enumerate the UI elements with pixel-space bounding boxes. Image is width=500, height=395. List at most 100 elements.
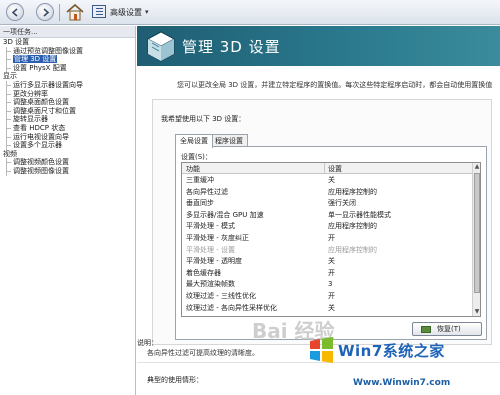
- grid-scrollbar[interactable]: ▲ ▼: [472, 163, 480, 316]
- feature-cell: 多显示器/混合 GPU 加速: [186, 210, 264, 219]
- setting-cell[interactable]: 关: [328, 303, 335, 313]
- setting-cell[interactable]: 强行关闭: [328, 198, 356, 208]
- restore-button[interactable]: 恢复(T): [412, 322, 482, 336]
- setting-cell[interactable]: 开: [328, 268, 335, 278]
- tree-item-label: 更改分辨率: [13, 89, 48, 98]
- tree-item-label: 调整视频图像设置: [13, 166, 69, 175]
- column-header-feature[interactable]: 功能: [186, 164, 200, 174]
- setting-cell[interactable]: 关: [328, 256, 335, 266]
- tree-item[interactable]: 调整视频图像设置: [0, 166, 135, 176]
- scroll-down-icon[interactable]: ▼: [473, 308, 480, 316]
- task-tree-panel: 一项任务... 3D 设置 通过预览调整图像设置 管理 3D 设置 设置 PhysX …: [0, 26, 136, 395]
- table-row[interactable]: 平滑处理 - 透明度 关: [182, 256, 473, 266]
- feature-cell: 三重缓冲: [186, 176, 214, 184]
- tree-item-label: 运行多显示器设置向导: [13, 80, 83, 89]
- url-watermark: Www.Winwin7.com: [353, 378, 451, 388]
- feature-cell: 平滑处理 - 设置: [186, 245, 235, 254]
- scroll-thumb[interactable]: [474, 173, 480, 293]
- grid-header: 功能 设置: [182, 163, 473, 174]
- setting-cell[interactable]: 单一显示器性能模式: [328, 210, 391, 220]
- table-row[interactable]: 最大预渲染帧数 3: [182, 279, 473, 289]
- feature-cell: 平滑处理 - 模式: [186, 222, 235, 231]
- table-row[interactable]: 各向异性过滤 应用程序控制的: [182, 187, 473, 197]
- feature-cell: 纹理过滤 - 各向异性采样优化: [186, 303, 277, 312]
- tree-item[interactable]: 设置多个显示器: [0, 141, 135, 150]
- tree-item-label: 管理 3D 设置: [13, 55, 58, 64]
- tree-item-label: 3D 设置: [3, 38, 30, 46]
- table-row[interactable]: 三重缓冲 关: [182, 175, 473, 185]
- preference-label: 我希望使用以下 3D 设置：: [161, 115, 246, 123]
- tree-item-label: 调整视频颜色设置: [13, 158, 69, 167]
- grid-view-icon[interactable]: [92, 5, 106, 18]
- tab-global-settings[interactable]: 全局设置: [175, 134, 213, 148]
- nvidia-3d-cube-icon: [147, 31, 175, 62]
- table-row[interactable]: 多显示器/混合 GPU 加速 单一显示器性能模式: [182, 210, 473, 220]
- tree-item-label: 显示: [3, 72, 17, 81]
- table-row[interactable]: 着色缓存器 开: [182, 268, 473, 278]
- usage-label: 典型的使用情形：: [147, 376, 203, 384]
- restore-button-label: 恢复(T): [437, 325, 461, 333]
- tree-item[interactable]: 运行多显示器设置向导: [0, 80, 135, 90]
- intro-text: 您可以更改全局 3D 设置，并建立特定程序的置换值。每次这些特定程序启动时，都会…: [177, 81, 493, 89]
- scroll-up-icon[interactable]: ▲: [473, 163, 480, 171]
- tree-item[interactable]: 调整桌面颜色设置: [0, 98, 135, 107]
- view-menu-label[interactable]: 高级设置: [110, 7, 142, 18]
- feature-cell: 最大预渲染帧数: [186, 280, 235, 289]
- feature-cell: 纹理过滤 - 三线性优化: [186, 292, 256, 300]
- feature-cell: 各向异性过滤: [186, 187, 228, 196]
- table-row[interactable]: 平滑处理 - 设置 应用程序控制的: [182, 245, 473, 255]
- tree-item-label: 旋转显示器: [13, 115, 48, 124]
- tree-item-label: 运行电视设置向导: [13, 132, 69, 141]
- tree-category[interactable]: 显示: [0, 72, 135, 81]
- tree-item[interactable]: 运行电视设置向导: [0, 132, 135, 142]
- page-banner: 管理 3D 设置: [137, 26, 500, 66]
- windows-logo-icon: [310, 337, 333, 363]
- tree-item-label: 通过预览调整图像设置: [13, 46, 83, 55]
- tree-item[interactable]: 旋转显示器: [0, 115, 135, 124]
- home-button[interactable]: [65, 3, 85, 22]
- tree-item-label: 调整桌面颜色设置: [13, 98, 69, 107]
- home-icon: [66, 3, 84, 21]
- tree-item[interactable]: 管理 3D 设置: [0, 55, 135, 64]
- setting-cell[interactable]: 开: [328, 233, 335, 243]
- table-row[interactable]: 平滑处理 - 模式 应用程序控制的: [182, 221, 473, 231]
- setting-cell[interactable]: 开: [328, 291, 335, 301]
- setting-cell[interactable]: 3: [328, 279, 332, 289]
- tree-item-label: 调整桌面尺寸和位置: [13, 106, 76, 115]
- forward-button[interactable]: [36, 3, 54, 21]
- task-tree-list: 3D 设置 通过预览调整图像设置 管理 3D 设置 设置 PhysX 配置 显示 运行多显…: [0, 38, 135, 176]
- task-tree-header: 一项任务...: [0, 26, 135, 38]
- table-row[interactable]: 纹理过滤 - 三线性优化 开: [182, 291, 473, 301]
- table-row[interactable]: 垂直同步 强行关闭: [182, 198, 473, 208]
- settings-grid: 功能 设置 三重缓冲关各向异性过滤 应用程序控制的 垂直同步 强行关闭 多显示器/混合 …: [181, 162, 481, 317]
- setting-cell[interactable]: 应用程序控制的: [328, 245, 377, 255]
- back-arrow-icon: [11, 8, 18, 17]
- tree-item-label: 视频: [3, 149, 17, 158]
- setting-cell[interactable]: 应用程序控制的: [328, 187, 377, 197]
- forward-arrow-icon: [43, 8, 50, 17]
- chevron-down-icon[interactable]: ▾: [145, 8, 149, 16]
- feature-cell: 平滑处理 - 灰度纠正: [186, 234, 249, 242]
- tree-item[interactable]: 查看 HDCP 状态: [0, 123, 135, 133]
- tree-category[interactable]: 3D 设置: [0, 38, 135, 47]
- column-header-setting[interactable]: 设置: [328, 164, 342, 174]
- tree-item-label: 查看 HDCP 状态: [13, 123, 66, 132]
- setting-cell[interactable]: 应用程序控制的: [328, 221, 377, 231]
- settings-groupbox: 我希望使用以下 3D 设置： 全局设置 程序设置 设置(S)： 功能 设置 三重…: [152, 99, 492, 345]
- setting-cell[interactable]: 关: [328, 175, 335, 185]
- page-title: 管理 3D 设置: [182, 38, 281, 56]
- feature-cell: 着色缓存器: [186, 268, 221, 277]
- tree-item[interactable]: 通过预览调整图像设置: [0, 46, 135, 56]
- settings-label: 设置(S)：: [181, 153, 212, 161]
- table-row[interactable]: 平滑处理 - 灰度纠正 开: [182, 233, 473, 243]
- description-label: 说明：: [137, 339, 158, 347]
- tree-item[interactable]: 调整视频颜色设置: [0, 158, 135, 167]
- table-row[interactable]: 纹理过滤 - 各向异性采样优化 关: [182, 303, 473, 313]
- tree-item[interactable]: 更改分辨率: [0, 89, 135, 99]
- feature-cell: 平滑处理 - 透明度: [186, 257, 242, 266]
- description-text: 各向异性过滤可提高纹理的清晰度。: [147, 349, 259, 357]
- brand-watermark: Win7系统之家: [338, 342, 445, 360]
- back-button[interactable]: [6, 3, 24, 21]
- tree-item[interactable]: 设置 PhysX 配置: [0, 63, 135, 73]
- global-settings-pane: 设置(S)： 功能 设置 三重缓冲关各向异性过滤 应用程序控制的 垂直同步 强行关闭多…: [175, 146, 487, 340]
